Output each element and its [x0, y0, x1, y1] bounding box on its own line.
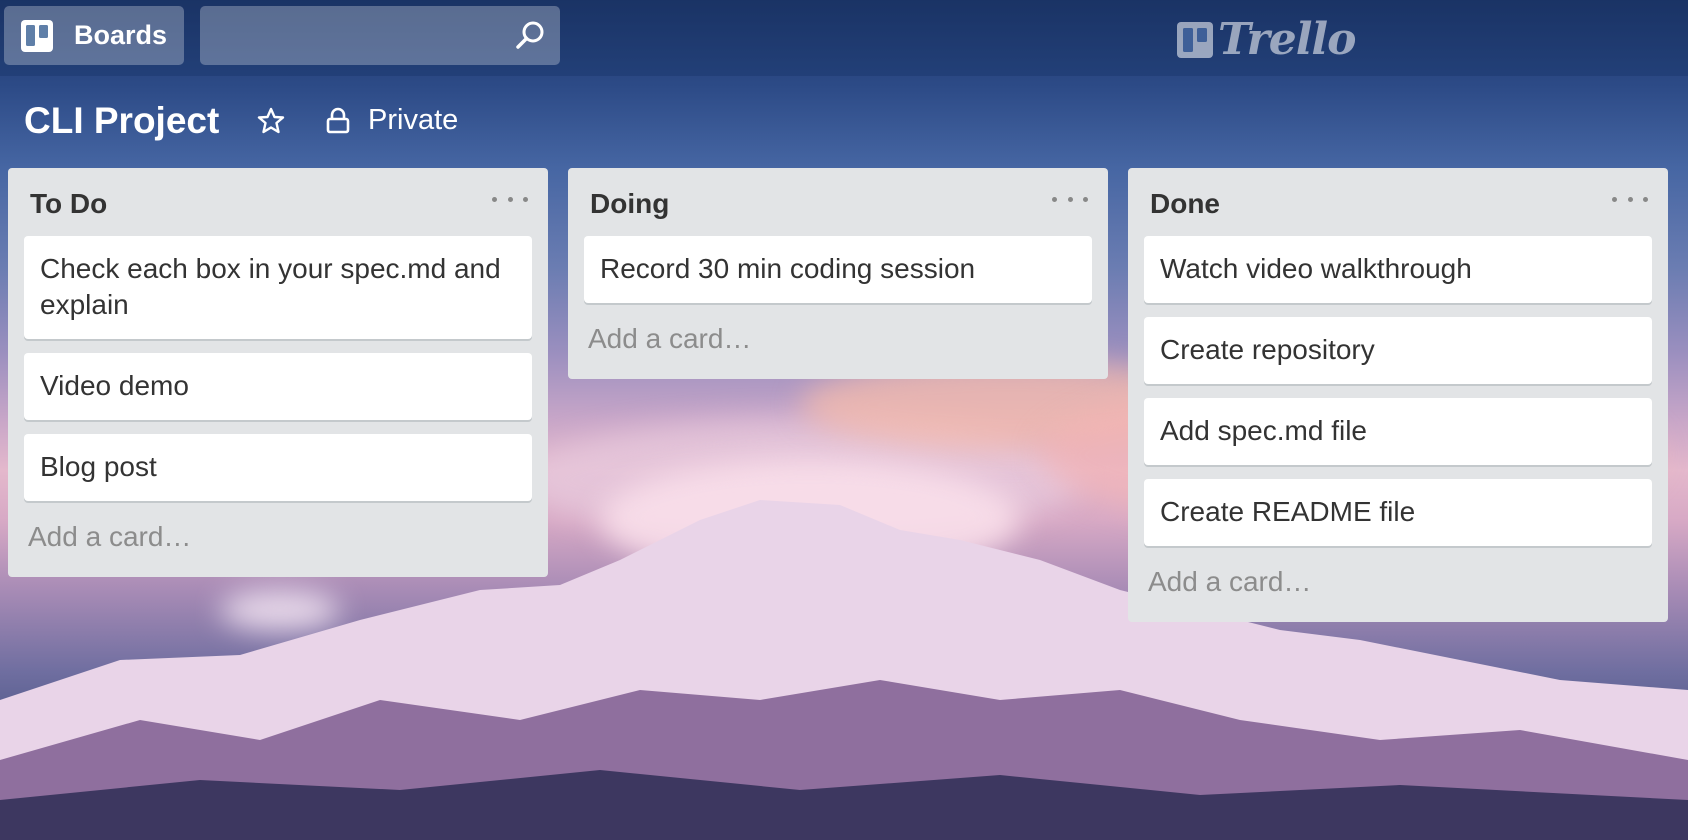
trello-logo-text: Trello: [1218, 14, 1356, 65]
list-header: Doing: [568, 168, 1108, 236]
add-card-button[interactable]: Add a card…: [568, 317, 1108, 369]
list-title[interactable]: To Do: [30, 188, 107, 220]
card[interactable]: Add spec.md file: [1144, 398, 1652, 465]
card[interactable]: Record 30 min coding session: [584, 236, 1092, 303]
trello-logo-icon: [1177, 21, 1213, 58]
list-doing: Doing Record 30 min coding session Add a…: [568, 168, 1108, 379]
add-card-button[interactable]: Add a card…: [8, 515, 548, 567]
card[interactable]: Create README file: [1144, 479, 1652, 546]
list-menu-icon[interactable]: [1052, 182, 1088, 216]
list-to-do: To Do Check each box in your spec.md and…: [8, 168, 548, 577]
list-header: Done: [1128, 168, 1668, 236]
visibility-button[interactable]: Private: [326, 104, 458, 137]
lock-icon: [326, 107, 350, 133]
boards-button[interactable]: Boards: [4, 6, 184, 65]
search-icon[interactable]: [514, 20, 546, 52]
card[interactable]: Video demo: [24, 353, 532, 420]
list-menu-icon[interactable]: [1612, 182, 1648, 216]
search-input[interactable]: [200, 6, 560, 65]
add-card-button[interactable]: Add a card…: [1128, 560, 1668, 612]
top-header: Boards Trello: [0, 0, 1688, 76]
trello-logo[interactable]: Trello: [1176, 14, 1356, 65]
card[interactable]: Watch video walkthrough: [1144, 236, 1652, 303]
list-title[interactable]: Doing: [590, 188, 669, 220]
list-done: Done Watch video walkthrough Create repo…: [1128, 168, 1668, 622]
search-box[interactable]: [200, 6, 560, 65]
boards-icon: [21, 19, 53, 52]
list-title[interactable]: Done: [1150, 188, 1220, 220]
board-title[interactable]: CLI Project: [24, 100, 219, 142]
card[interactable]: Create repository: [1144, 317, 1652, 384]
star-icon[interactable]: [256, 106, 286, 136]
card[interactable]: Blog post: [24, 434, 532, 501]
list-header: To Do: [8, 168, 548, 236]
boards-label: Boards: [74, 20, 168, 50]
card[interactable]: Check each box in your spec.md and expla…: [24, 236, 532, 339]
visibility-label: Private: [368, 104, 459, 136]
list-menu-icon[interactable]: [492, 182, 528, 216]
